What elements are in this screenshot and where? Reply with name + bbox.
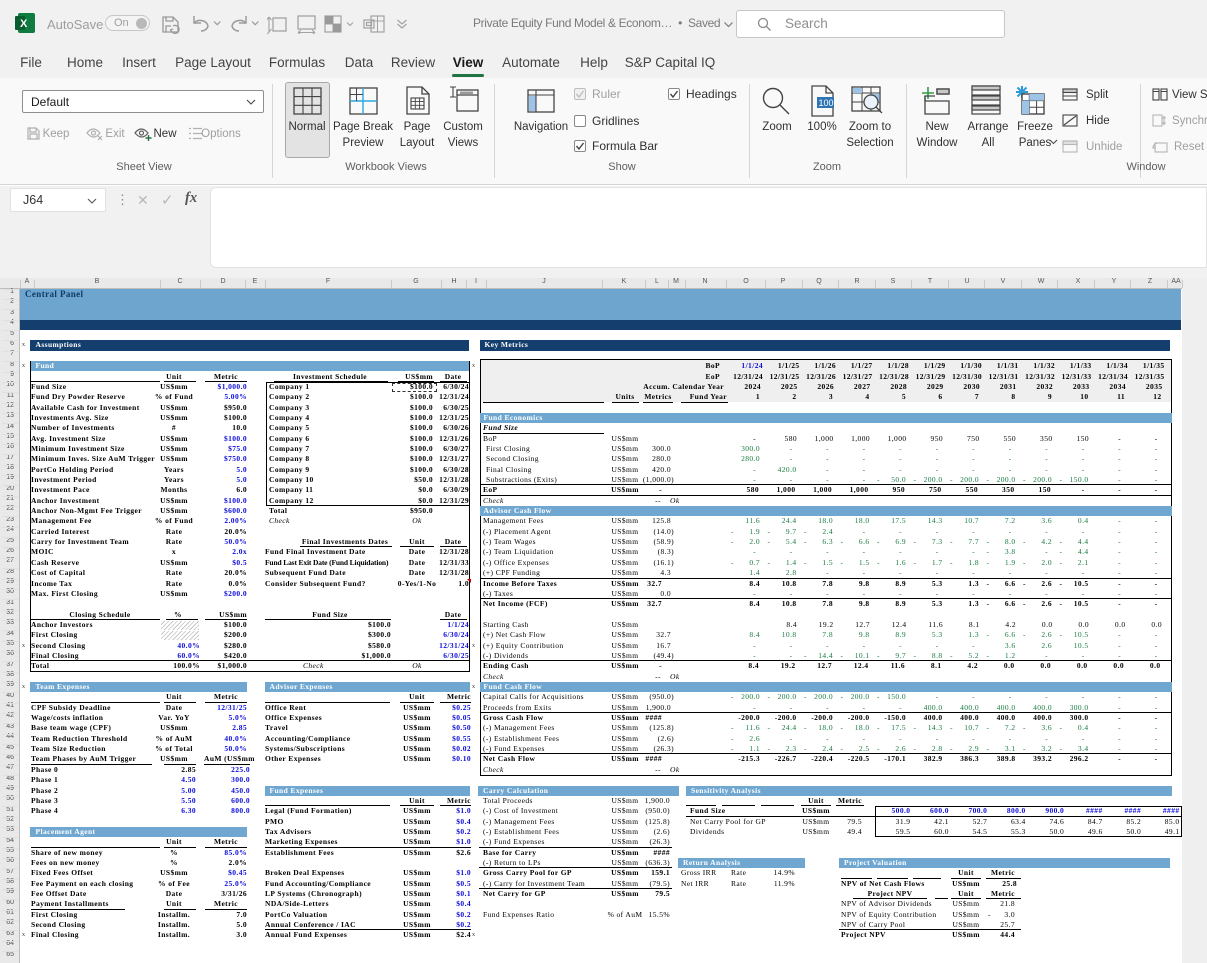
svg-text:X: X bbox=[20, 18, 28, 30]
svg-text:100: 100 bbox=[819, 98, 834, 108]
